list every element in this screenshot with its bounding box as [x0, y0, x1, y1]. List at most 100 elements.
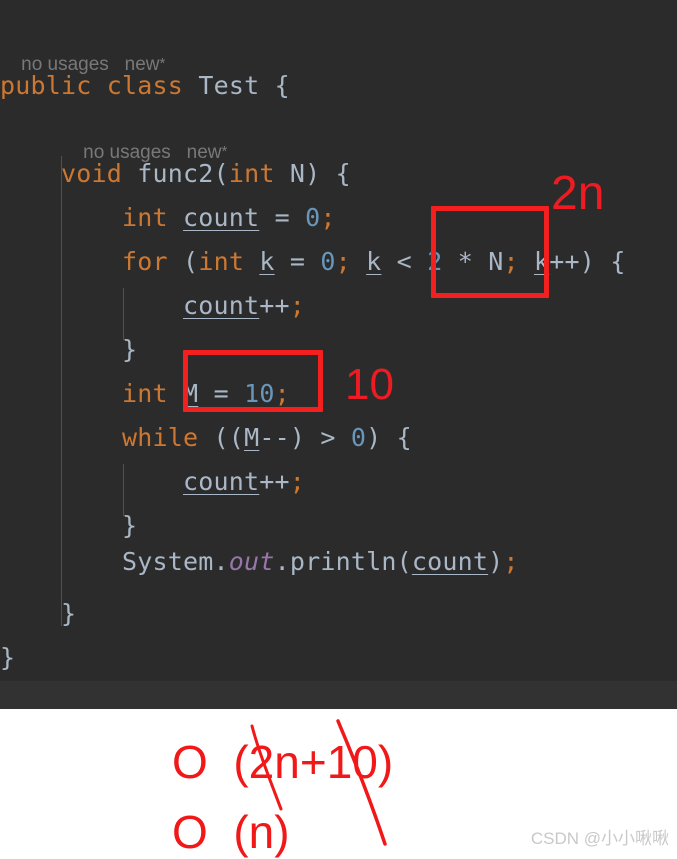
code-line-method-close[interactable]: } [0, 601, 76, 627]
code-token: > [305, 423, 351, 452]
code-token: int [228, 159, 275, 188]
code-token: int [122, 203, 168, 232]
code-token: = [259, 203, 306, 232]
code-token: ++ [259, 467, 290, 496]
hint-modified-marker: * [221, 143, 228, 160]
code-token: Test [198, 71, 260, 100]
code-token: int [198, 247, 245, 276]
code-token: } [61, 599, 77, 628]
code-token: class [106, 71, 184, 100]
code-token: -- [259, 423, 290, 452]
code-token: ) [488, 547, 504, 576]
code-token: k [259, 247, 275, 276]
code-token: out [228, 547, 275, 576]
code-token: ) [366, 423, 382, 452]
code-token: (( [213, 423, 245, 452]
code-line-count-decl[interactable]: int count = 0; [0, 205, 336, 231]
code-token: public [0, 71, 92, 100]
code-line-while-stmt[interactable]: while ((M--) > 0) { [0, 425, 412, 451]
code-token: k [366, 247, 382, 276]
code-token: . [274, 547, 290, 576]
annotation-label-10: 10 [345, 360, 394, 409]
code-token: ++ [549, 247, 580, 276]
code-token: count [183, 467, 260, 496]
code-token: println [289, 547, 397, 576]
hint-modified-marker: * [159, 55, 166, 72]
code-token: ; [503, 547, 519, 576]
code-token: count [183, 203, 260, 232]
csdn-watermark: CSDN @小小啾啾 [530, 829, 669, 848]
code-line-while-close[interactable]: } [0, 513, 137, 539]
code-token: func2 [137, 159, 214, 188]
code-token: { [396, 423, 412, 452]
code-token: { [335, 159, 351, 188]
code-token: ( [183, 247, 199, 276]
code-token: . [213, 547, 229, 576]
code-token: } [0, 643, 16, 672]
code-token: ) [579, 247, 596, 276]
code-token: 0 [320, 247, 336, 276]
code-token: ; [320, 203, 336, 232]
code-line-method-decl[interactable]: void func2(int N) { [0, 161, 351, 187]
code-token: } [122, 511, 138, 540]
code-token: for [122, 247, 168, 276]
code-line-class-close[interactable]: } [0, 645, 15, 671]
code-token: N [289, 159, 306, 188]
handwritten-note-area: O (2n+10) O (n) CSDN @小小啾啾 [0, 709, 677, 859]
code-token: 0 [350, 423, 367, 452]
code-token: ; [335, 247, 367, 276]
code-token: { [610, 247, 626, 276]
code-token: ( [396, 547, 412, 576]
annotation-box-m-value [183, 350, 323, 412]
code-token: < [381, 247, 428, 276]
code-token: ; [289, 291, 306, 320]
code-token: 0 [305, 203, 321, 232]
code-line-while-body[interactable]: count++; [0, 469, 305, 495]
code-token: M [244, 423, 260, 452]
code-token: { [274, 71, 290, 100]
code-token: ( [213, 159, 229, 188]
code-token: ) [289, 423, 306, 452]
code-token: System [122, 547, 214, 576]
code-token: int [122, 379, 168, 408]
note-complexity-raw: O (2n+10) [172, 736, 394, 788]
code-editor-pane[interactable]: no usages new* public class Test { no us… [0, 0, 677, 681]
annotation-box-for-expression [431, 206, 549, 298]
code-line-for-close[interactable]: } [0, 337, 137, 363]
code-token: ) [305, 159, 321, 188]
code-line-println-stmt[interactable]: System.out.println(count); [0, 549, 519, 575]
code-token: } [122, 335, 138, 364]
code-token: while [122, 423, 199, 452]
code-line-for-body[interactable]: count++; [0, 293, 305, 319]
editor-bottom-strip [0, 681, 677, 709]
code-token: void [61, 159, 123, 188]
note-complexity-final: O (n) [172, 806, 290, 858]
code-line-class-decl[interactable]: public class Test { [0, 73, 290, 99]
annotation-label-2n: 2n [551, 167, 605, 220]
code-token: count [183, 291, 260, 320]
